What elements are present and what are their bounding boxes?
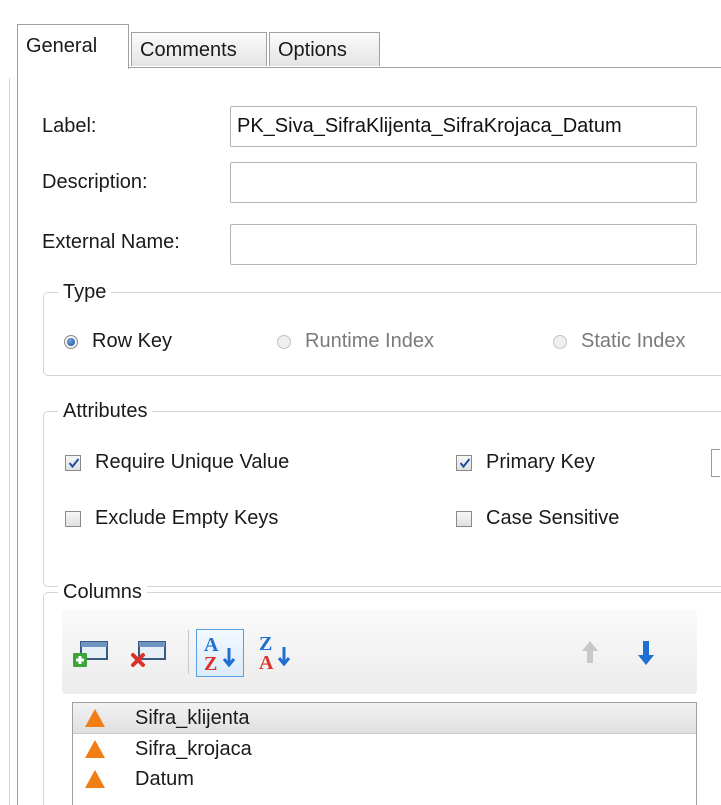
label-field[interactable] (230, 106, 697, 147)
toolbar-separator (188, 630, 189, 674)
sort-ascending-icon: A Z (204, 634, 236, 675)
tab-panel-border (17, 67, 18, 805)
row-key-label: Row Key (92, 330, 173, 352)
move-up-icon (582, 641, 598, 663)
exclude-empty-keys-label: Exclude Empty Keys (95, 507, 279, 529)
columns-group-title: Columns (58, 579, 147, 605)
static-index-radio[interactable] (553, 334, 567, 349)
move-down-button[interactable] (622, 629, 670, 677)
tab-comments[interactable]: Comments (131, 32, 267, 66)
key-column-icon (85, 740, 105, 758)
exclude-empty-keys-checkbox[interactable] (65, 510, 81, 527)
description-caption: Description: (42, 171, 148, 193)
column-name: Sifra_klijenta (135, 707, 250, 729)
columns-list[interactable]: Sifra_klijenta Sifra_krojaca Datum (72, 702, 697, 805)
key-column-icon (85, 770, 105, 788)
sort-ascending-button[interactable]: A Z (196, 629, 244, 677)
radio-runtime-index[interactable]: Runtime Index (277, 330, 434, 353)
row-key-radio[interactable] (64, 334, 78, 349)
case-sensitive-label: Case Sensitive (486, 507, 620, 529)
clipped-checkbox[interactable] (711, 449, 720, 477)
type-group-title: Type (58, 279, 112, 305)
remove-column-button[interactable] (126, 629, 174, 677)
window-divider (9, 78, 10, 805)
require-unique-value-checkbox[interactable] (65, 454, 81, 471)
list-item[interactable]: Sifra_klijenta (73, 703, 696, 734)
external-name-field[interactable] (230, 224, 697, 265)
tab-options[interactable]: Options (269, 32, 380, 66)
remove-column-icon (131, 641, 166, 667)
runtime-index-radio[interactable] (277, 334, 291, 349)
column-name: Datum (135, 768, 194, 790)
sort-descending-icon: Z A (259, 633, 291, 674)
attributes-group: Attributes (43, 398, 721, 587)
case-sensitive-option[interactable]: Case Sensitive (456, 507, 619, 530)
external-name-caption: External Name: (42, 231, 180, 253)
label-caption: Label: (42, 115, 97, 137)
exclude-empty-keys-option[interactable]: Exclude Empty Keys (65, 507, 278, 530)
move-down-icon (638, 641, 654, 665)
static-index-label: Static Index (581, 330, 686, 352)
attributes-group-title: Attributes (58, 398, 153, 424)
list-item[interactable]: Sifra_krojaca (73, 734, 696, 764)
svg-text:A: A (259, 652, 274, 674)
column-name: Sifra_krojaca (135, 738, 252, 760)
radio-static-index[interactable]: Static Index (553, 330, 686, 353)
svg-text:Z: Z (204, 653, 217, 675)
list-item[interactable]: Datum (73, 764, 696, 794)
case-sensitive-checkbox[interactable] (456, 510, 472, 527)
primary-key-checkbox[interactable] (456, 454, 472, 471)
require-unique-value-option[interactable]: Require Unique Value (65, 451, 289, 474)
checkmark-icon (459, 457, 471, 468)
tab-general[interactable]: General (17, 24, 129, 69)
move-up-button[interactable] (566, 629, 614, 677)
primary-key-label: Primary Key (486, 451, 595, 473)
require-unique-value-label: Require Unique Value (95, 451, 290, 473)
radio-row-key[interactable]: Row Key (64, 330, 172, 353)
add-column-icon (73, 641, 108, 667)
runtime-index-label: Runtime Index (305, 330, 434, 352)
key-column-icon (85, 709, 105, 727)
primary-key-option[interactable]: Primary Key (456, 451, 595, 474)
description-field[interactable] (230, 162, 697, 203)
add-column-button[interactable] (68, 629, 116, 677)
sort-descending-button[interactable]: Z A (252, 629, 300, 677)
checkmark-icon (68, 457, 80, 468)
columns-toolbar: A Z Z A (62, 610, 697, 694)
index-properties-dialog: General Comments Options Label: Descript… (0, 0, 721, 805)
